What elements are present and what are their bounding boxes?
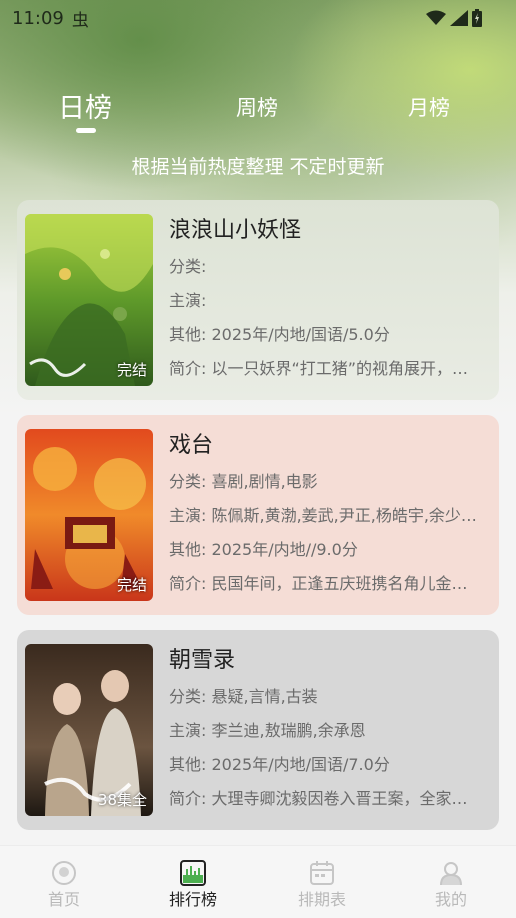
item-other: 其他: 2025年/内地//9.0分 [169,540,358,559]
item-category: 分类: 喜剧,剧情,电影 [169,472,318,491]
calendar-icon [310,861,334,885]
ranking-card[interactable]: 38集全 朝雪录 分类: 悬疑,言情,古装 主演: 李兰迪,敖瑞鹏,余承恩 其他… [17,630,499,830]
ranking-subtitle: 根据当前热度整理 不定时更新 [131,156,385,178]
nav-label: 首页 [47,890,80,909]
poster-badge: 完结 [116,576,147,594]
item-info: 浪浪山小妖怪 分类: 主演: 其他: 2025年/内地/国语/5.0分 简介: … [169,214,491,386]
item-cast: 主演: [169,291,207,310]
tab-monthly[interactable]: 月榜 [408,92,450,122]
status-left: 11:09 虫 [12,6,89,31]
home-icon [52,861,76,885]
status-bar: 11:09 虫 [0,0,516,36]
item-intro: 简介: 大理寺卿沈毅因卷入晋王案，全家… [169,789,468,808]
bug-icon: 虫 [71,10,89,31]
bottom-nav: 首页 排行榜 排期表 我的 [0,845,516,918]
wifi-icon [426,10,446,25]
nav-label: 排行榜 [168,890,217,909]
ranking-card[interactable]: 完结 戏台 分类: 喜剧,剧情,电影 主演: 陈佩斯,黄渤,姜武,尹正,杨皓宇,… [17,415,499,615]
profile-icon [440,862,462,886]
status-right [426,9,482,27]
tab-daily[interactable]: 日榜 [58,86,112,125]
poster-image[interactable]: 38集全 [25,644,153,816]
item-other: 其他: 2025年/内地/国语/5.0分 [169,325,390,344]
battery-icon [472,9,482,27]
item-info: 戏台 分类: 喜剧,剧情,电影 主演: 陈佩斯,黄渤,姜武,尹正,杨皓宇,余少…… [169,429,491,601]
item-intro: 简介: 民国年间，正逢五庆班携名角儿金… [169,574,468,593]
tab-weekly[interactable]: 周榜 [236,92,278,122]
item-category: 分类: [169,257,207,276]
item-info: 朝雪录 分类: 悬疑,言情,古装 主演: 李兰迪,敖瑞鹏,余承恩 其他: 202… [169,644,491,816]
ranking-card[interactable]: 完结 浪浪山小妖怪 分类: 主演: 其他: 2025年/内地/国语/5.0分 简… [17,200,499,400]
item-title[interactable]: 戏台 [169,429,491,463]
poster-badge: 完结 [116,361,147,379]
tab-indicator [76,128,96,133]
status-time: 11:09 [12,7,64,29]
nav-label: 我的 [434,890,467,909]
item-title[interactable]: 浪浪山小妖怪 [169,214,491,248]
nav-label: 排期表 [297,890,346,909]
poster-image[interactable]: 完结 [25,429,153,601]
ranking-icon [180,860,206,886]
item-title[interactable]: 朝雪录 [169,644,491,678]
ranking-tabs: 日榜 周榜 月榜 [0,84,516,144]
item-other: 其他: 2025年/内地/国语/7.0分 [169,755,390,774]
item-cast: 主演: 陈佩斯,黄渤,姜武,尹正,杨皓宇,余少… [169,506,477,525]
poster-badge: 38集全 [97,791,147,809]
signal-icon [450,10,468,26]
item-cast: 主演: 李兰迪,敖瑞鹏,余承恩 [169,721,366,740]
poster-image[interactable]: 完结 [25,214,153,386]
item-category: 分类: 悬疑,言情,古装 [169,687,318,706]
item-intro: 简介: 以一只妖界“打工猪”的视角展开，… [169,359,469,378]
